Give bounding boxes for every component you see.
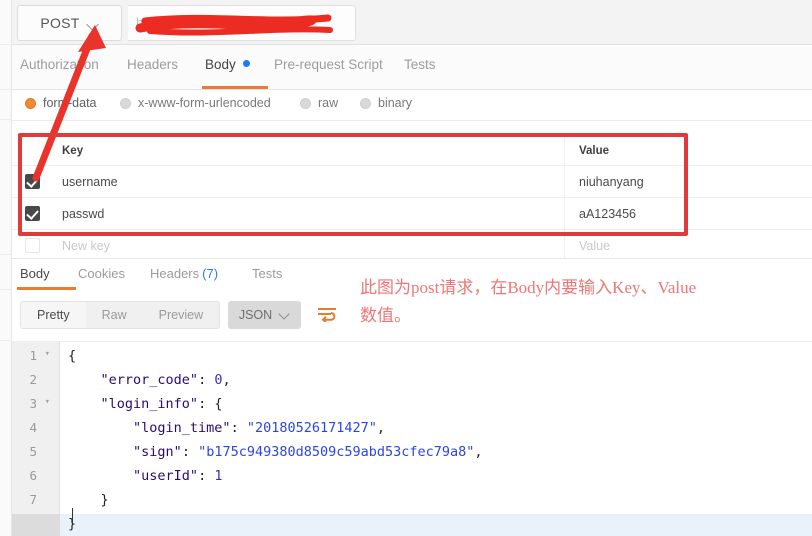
radio-unselected-icon <box>300 97 311 109</box>
tab-headers-label: Headers <box>127 57 179 72</box>
radio-form-data-label: form-data <box>43 96 97 110</box>
chevron-down-icon <box>280 312 290 318</box>
response-tab-tests-label: Tests <box>252 266 283 281</box>
left-rail <box>0 0 12 536</box>
editor-line-number: 4 <box>29 420 37 435</box>
editor-active-line-highlight <box>12 514 812 536</box>
response-tab-headers[interactable]: Headers (7) <box>150 266 218 281</box>
row-checkbox-cell[interactable] <box>12 206 52 221</box>
editor-line-number: 3 <box>29 396 37 411</box>
editor-line-number: 1 <box>29 348 37 363</box>
word-wrap-icon <box>318 308 336 322</box>
editor-code-line[interactable]: "login_info": { <box>68 396 223 412</box>
body-type-radio-group: form-data x-www-form-urlencoded raw bina… <box>12 90 812 120</box>
response-body-editor[interactable]: 1▾23▾45678 { "error_code": 0, "login_inf… <box>12 341 812 536</box>
form-data-table: Key Value username niuhanyang passwd aA1… <box>12 120 812 262</box>
view-mode-group: Pretty Raw Preview <box>20 301 221 329</box>
request-url-text: http://192.24.3.1/Shop/...../login <box>136 16 310 30</box>
editor-line-number: 7 <box>29 492 37 507</box>
editor-code-line[interactable]: "error_code": 0, <box>68 372 231 388</box>
radio-unselected-icon <box>120 97 131 109</box>
radio-unselected-icon <box>360 97 371 109</box>
tab-pre-request-script-label: Pre-request Script <box>274 57 383 72</box>
view-mode-preview[interactable]: Preview <box>143 302 219 328</box>
http-method-selector[interactable]: POST <box>17 5 122 41</box>
response-headers-count: (7) <box>202 266 219 281</box>
radio-x-www-form-urlencoded[interactable]: x-www-form-urlencoded <box>120 96 271 110</box>
tab-authorization-label: Authorization <box>20 57 99 72</box>
row-checkbox-cell[interactable] <box>12 174 52 189</box>
code-fold-toggle[interactable]: ▾ <box>45 397 50 407</box>
editor-code-line[interactable]: { <box>68 348 76 364</box>
request-tab-bar: Authorization Headers Body Pre-request S… <box>12 45 812 90</box>
editor-line-number: 5 <box>29 444 37 459</box>
row-value-input[interactable]: niuhanyang <box>565 166 812 197</box>
table-row[interactable]: username niuhanyang <box>12 166 812 198</box>
response-format-selector[interactable]: JSON <box>228 301 301 329</box>
response-tab-body[interactable]: Body <box>20 266 50 281</box>
http-method-label: POST <box>40 15 80 31</box>
table-header-row: Key Value <box>12 136 812 166</box>
column-header-value: Value <box>579 144 610 157</box>
radio-x-www-form-urlencoded-label: x-www-form-urlencoded <box>138 96 271 110</box>
response-tab-body-label: Body <box>20 266 50 281</box>
annotation-line-2: 数值。 <box>360 306 411 325</box>
tab-headers[interactable]: Headers <box>127 57 178 72</box>
word-wrap-toggle[interactable] <box>312 300 342 329</box>
radio-raw[interactable]: raw <box>300 96 338 110</box>
tab-body-label: Body <box>205 57 236 72</box>
view-mode-pretty[interactable]: Pretty <box>21 302 86 328</box>
radio-binary[interactable]: binary <box>360 96 412 110</box>
editor-active-line-gutter <box>12 514 60 536</box>
body-modified-dot-icon <box>242 60 250 67</box>
editor-line-number-gutter: 1▾23▾45678 <box>12 342 60 536</box>
tab-authorization[interactable]: Authorization <box>20 57 99 72</box>
editor-code-line[interactable]: } <box>68 492 109 508</box>
checkbox-checked-icon[interactable] <box>24 206 40 221</box>
row-key-input[interactable]: passwd <box>52 198 565 229</box>
active-tab-indicator <box>202 86 268 89</box>
view-mode-raw[interactable]: Raw <box>86 302 143 328</box>
radio-form-data[interactable]: form-data <box>25 96 97 110</box>
row-value-input[interactable]: aA123456 <box>565 198 812 229</box>
code-fold-toggle[interactable]: ▾ <box>45 349 50 359</box>
postman-window: POST http://192.24.3.1/Shop/...../login … <box>0 0 812 536</box>
response-tab-headers-label: Headers <box>150 266 200 281</box>
response-active-tab-indicator <box>17 287 76 290</box>
tab-pre-request-script[interactable]: Pre-request Script <box>274 57 383 72</box>
editor-code-line[interactable]: "sign": "b175c949380d8509c59abd53cfec79a… <box>68 444 483 460</box>
table-row[interactable]: passwd aA123456 <box>12 198 812 230</box>
editor-line-number: 6 <box>29 468 37 483</box>
response-tab-cookies[interactable]: Cookies <box>78 266 125 281</box>
radio-binary-label: binary <box>378 96 413 110</box>
editor-code-line[interactable]: "login_time": "20180526171427", <box>68 420 385 436</box>
column-header-key: Key <box>52 136 565 165</box>
new-key-input[interactable]: New key <box>52 230 565 261</box>
chinese-annotation: 此图为post请求，在Body内要输入Key、Value 数值。 <box>360 274 812 330</box>
checkbox-empty-icon[interactable] <box>24 238 40 253</box>
new-value-input[interactable]: Value <box>565 230 812 261</box>
tab-tests[interactable]: Tests <box>404 57 436 72</box>
editor-line-number: 2 <box>29 372 37 387</box>
radio-selected-icon <box>25 97 36 109</box>
tab-tests-label: Tests <box>404 57 436 72</box>
checkbox-checked-icon[interactable] <box>24 174 40 189</box>
radio-raw-label: raw <box>318 96 339 110</box>
chevron-down-icon <box>88 20 99 27</box>
response-format-label: JSON <box>238 308 273 322</box>
response-tab-cookies-label: Cookies <box>78 266 125 281</box>
editor-text-caret <box>72 508 74 525</box>
response-tab-tests[interactable]: Tests <box>252 266 282 281</box>
annotation-line-1: 此图为post请求，在Body内要输入Key、Value <box>360 278 697 297</box>
editor-code-line[interactable]: "userId": 1 <box>68 468 222 484</box>
tab-body[interactable]: Body <box>205 57 250 72</box>
request-url-input[interactable]: http://192.24.3.1/Shop/...../login <box>128 5 356 41</box>
new-row-checkbox-cell[interactable] <box>12 238 52 253</box>
row-key-input[interactable]: username <box>52 166 565 197</box>
